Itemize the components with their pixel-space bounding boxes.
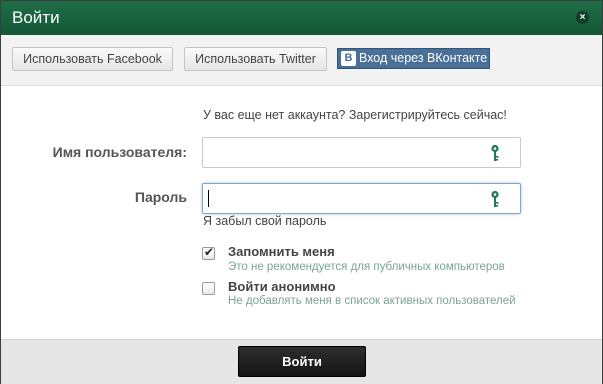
close-icon[interactable]: × (576, 11, 589, 24)
login-anonymous-checkbox[interactable] (202, 282, 215, 295)
facebook-login-button[interactable]: Использовать Facebook (12, 47, 173, 71)
username-label: Имя пользователя: (52, 144, 187, 160)
remember-me-checkbox[interactable]: ✔ (202, 245, 215, 260)
password-input[interactable] (209, 189, 479, 208)
social-login-bar: Использовать Facebook Использовать Twitt… (1, 35, 602, 86)
forgot-password-link[interactable]: Я забыл свой пароль (203, 214, 326, 228)
password-label: Пароль (134, 189, 187, 205)
login-dialog: Войти × Использовать Facebook Использова… (0, 0, 603, 384)
key-icon (491, 144, 499, 161)
remember-me-label[interactable]: Запомнить меня (228, 244, 335, 259)
checkmark-icon: ✔ (204, 245, 215, 259)
vk-logo-icon: B (341, 51, 356, 66)
login-anonymous-hint: Не добавлять меня в список активных поль… (228, 295, 516, 307)
key-icon (491, 190, 499, 207)
password-field[interactable] (202, 183, 521, 214)
username-input[interactable] (209, 143, 479, 162)
remember-me-hint: Это не рекомендуется для публичных компь… (228, 261, 505, 273)
dialog-footer: Войти (1, 339, 602, 384)
login-anonymous-label[interactable]: Войти анонимно (228, 279, 336, 294)
vkontakte-login-button[interactable]: B Вход через ВКонтакте (337, 48, 490, 69)
vkontakte-login-label: Вход через ВКонтакте (359, 51, 488, 65)
twitter-login-button[interactable]: Использовать Twitter (184, 47, 327, 71)
username-field[interactable] (202, 137, 521, 168)
login-button[interactable]: Войти (238, 346, 366, 377)
signup-link[interactable]: У вас еще нет аккаунта? Зарегистрируйтес… (203, 108, 507, 122)
dialog-title: Войти (12, 8, 60, 27)
dialog-titlebar: Войти × (1, 1, 602, 35)
